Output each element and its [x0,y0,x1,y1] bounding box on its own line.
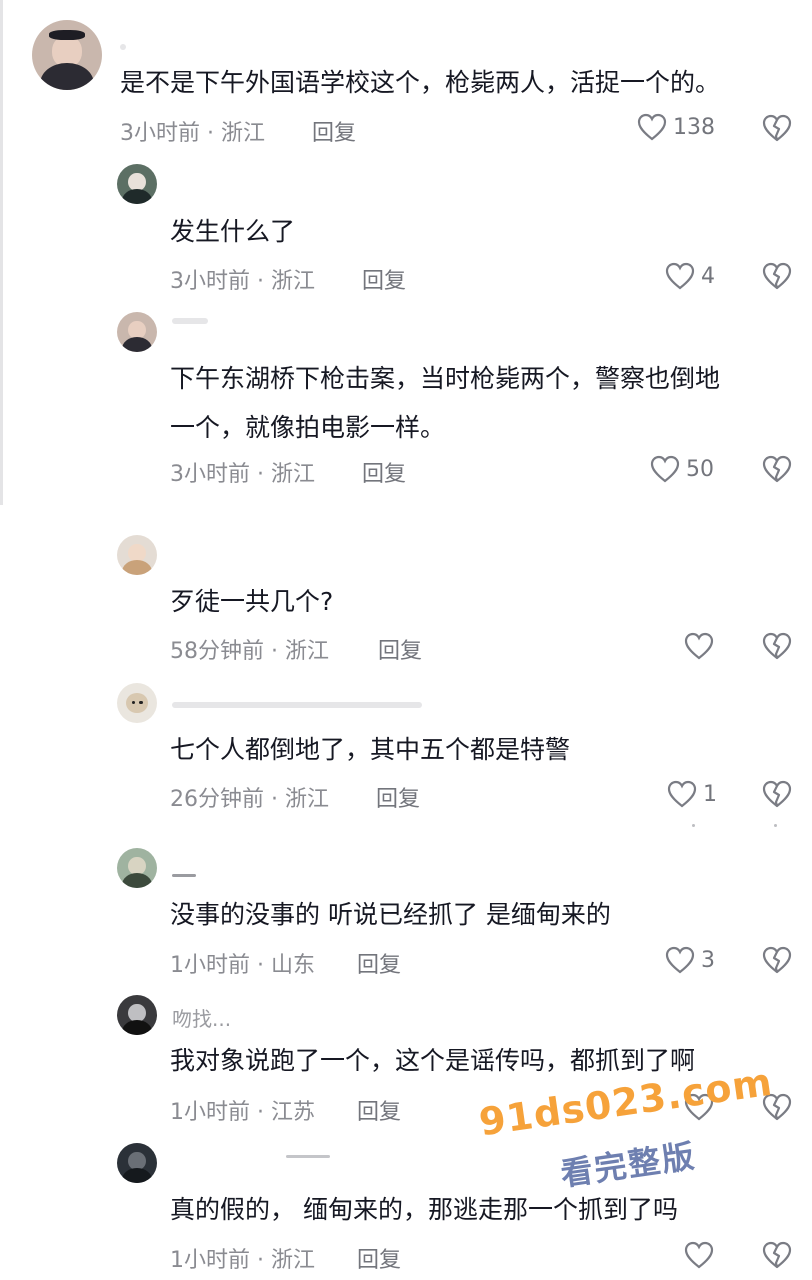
heart-icon [650,455,680,483]
comment-text: 下午东湖桥下枪击案，当时枪毙两个，警察也倒地 [170,364,721,393]
username[interactable] [120,44,126,50]
heart-icon [665,262,695,290]
avatar[interactable] [117,164,157,204]
comment-meta: 26分钟前 · 浙江 [170,787,329,812]
comment-meta: 1小时前 · 山东 [170,953,315,978]
comment-text: 是不是下午外国语学校这个，枪毙两人，活捉一个的。 [120,68,721,97]
broken-heart-icon [762,780,792,808]
comment-text: 七个人都倒地了，其中五个都是特警 [170,735,571,764]
reply-button[interactable]: 回复 [378,633,422,665]
comment-meta: 3小时前 · 浙江 [120,121,265,146]
divider-dot [774,824,777,827]
broken-heart-icon [762,632,792,660]
dislike-button[interactable] [762,946,792,974]
like-button[interactable]: 3 [665,946,715,974]
comment-text: 发生什么了 [170,217,296,246]
comment-meta: 1小时前 · 江苏 [170,1100,315,1125]
avatar[interactable] [32,20,102,90]
comment-text: 真的假的， 缅甸来的，那逃走那一个抓到了吗 [170,1195,678,1224]
heart-icon [684,632,714,660]
like-button[interactable]: 4 [665,262,715,290]
dislike-button[interactable] [762,455,792,483]
username[interactable] [172,702,422,708]
username[interactable] [172,318,208,324]
comment-text: 没事的没事的 听说已经抓了 是缅甸来的 [170,900,611,929]
dislike-button[interactable] [762,780,792,808]
comment-meta: 3小时前 · 浙江 [170,462,315,487]
broken-heart-icon [762,1241,792,1269]
comment-text-line2: 一个，就像拍电影一样。 [170,413,446,442]
comment-text: 歹徒一共几个? [170,587,334,616]
avatar[interactable] [117,535,157,575]
reply-button[interactable]: 回复 [357,1094,401,1126]
avatar[interactable] [117,995,157,1035]
heart-icon [665,946,695,974]
reply-button[interactable]: 回复 [362,456,406,488]
avatar[interactable] [117,1143,157,1183]
like-count: 4 [701,263,715,289]
dislike-button[interactable] [762,262,792,290]
reply-button[interactable]: 回复 [357,947,401,979]
like-button[interactable]: 50 [650,455,714,483]
reply-button[interactable]: 回复 [357,1242,401,1274]
like-count: 138 [673,114,715,140]
broken-heart-icon [762,262,792,290]
comment-meta: 1小时前 · 浙江 [170,1248,315,1273]
broken-heart-icon [762,455,792,483]
like-count: 3 [701,947,715,973]
avatar[interactable] [117,848,157,888]
heart-icon [667,780,697,808]
reply-button[interactable]: 回复 [376,781,420,813]
divider-dot [692,824,695,827]
broken-heart-icon [762,946,792,974]
username[interactable] [286,1155,330,1158]
heart-icon [684,1241,714,1269]
comment-meta: 58分钟前 · 浙江 [170,639,329,664]
username[interactable]: 吻找... [172,1003,231,1032]
reply-button[interactable]: 回复 [312,115,356,147]
like-count: 1 [703,781,717,807]
reply-button[interactable]: 回复 [362,263,406,295]
avatar[interactable] [117,312,157,352]
like-button[interactable] [684,632,720,660]
dislike-button[interactable] [762,114,792,142]
avatar[interactable] [117,683,157,723]
heart-icon [637,113,667,141]
dislike-button[interactable] [762,632,792,660]
like-count: 50 [686,456,714,482]
like-button[interactable]: 1 [667,780,717,808]
comment-meta: 3小时前 · 浙江 [170,269,315,294]
broken-heart-icon [762,114,792,142]
username[interactable] [172,874,196,877]
comment-text: 我对象说跑了一个，这个是谣传吗，都抓到了啊 [170,1046,696,1075]
thread-indent-bar [0,0,3,505]
like-button[interactable] [684,1241,720,1269]
like-button[interactable]: 138 [637,113,715,141]
dislike-button[interactable] [762,1241,792,1269]
